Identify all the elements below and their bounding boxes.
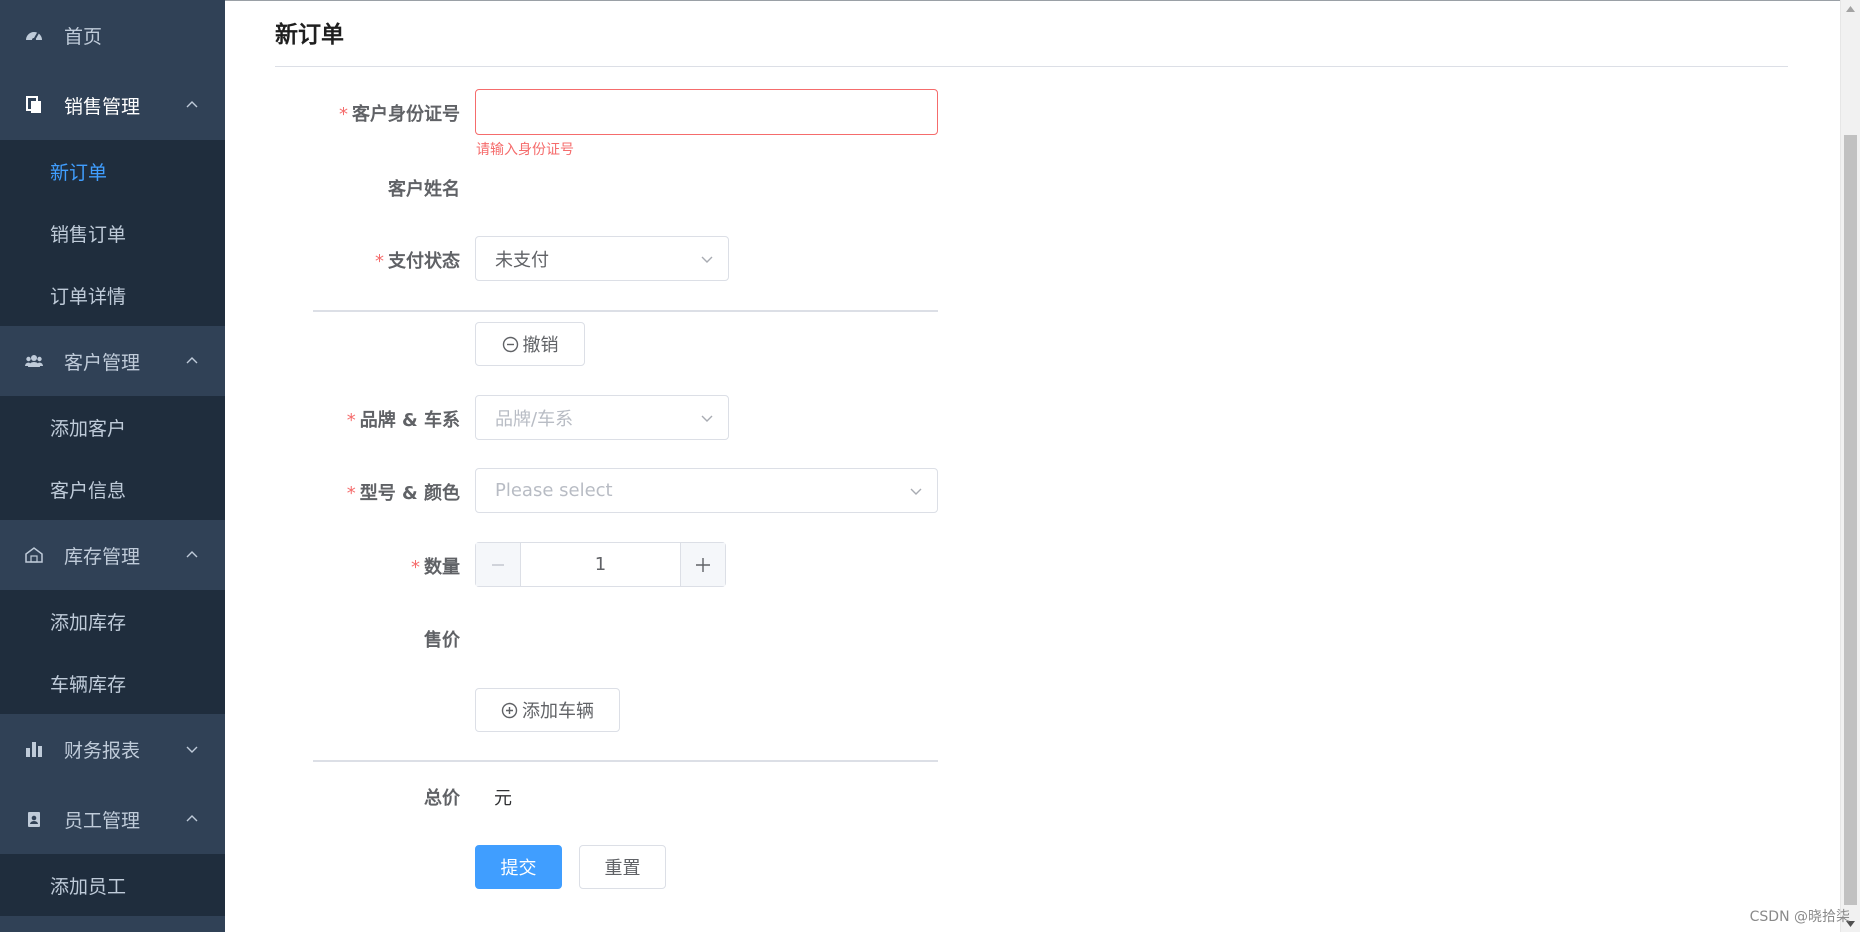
quantity-value[interactable]: 1	[521, 543, 680, 586]
submit-button[interactable]: 提交	[475, 845, 562, 889]
menu-sales[interactable]: 销售管理	[0, 70, 225, 140]
plus-circle-icon	[501, 702, 518, 718]
menu-staff[interactable]: 员工管理	[0, 784, 225, 854]
menu-inventory-label: 库存管理	[64, 545, 141, 568]
scroll-up-arrow[interactable]	[1841, 0, 1860, 17]
id-card-label: * 客户身份证号	[339, 104, 460, 125]
sidebar-item-add-customer[interactable]: 添加客户	[0, 396, 225, 458]
reset-button[interactable]: 重置	[579, 845, 666, 889]
main-content: 新订单 * 客户身份证号 请输入身份证号 客户姓名 * 支付状态 未支付 撤销 * 品…	[225, 0, 1840, 932]
menu-home[interactable]: 首页	[0, 0, 225, 70]
payment-status-select[interactable]: 未支付	[475, 236, 729, 281]
model-color-label: * 型号 & 颜色	[346, 483, 460, 504]
chevron-down-icon	[701, 415, 713, 422]
menu-finance[interactable]: 财务报表	[0, 714, 225, 784]
total-label: 总价	[424, 788, 460, 809]
menu-inventory[interactable]: 库存管理	[0, 520, 225, 590]
customer-name-label: 客户姓名	[388, 179, 460, 200]
required-mark: *	[339, 104, 348, 125]
vertical-scrollbar[interactable]	[1840, 0, 1860, 932]
sidebar-item-new-order[interactable]: 新订单	[0, 140, 225, 202]
documents-icon	[24, 95, 44, 115]
plus-icon	[696, 557, 710, 572]
section-divider	[313, 310, 938, 312]
payment-status-label: * 支付状态	[375, 251, 460, 272]
id-card-input[interactable]	[475, 89, 938, 135]
chevron-down-icon	[910, 488, 922, 495]
scroll-thumb[interactable]	[1844, 135, 1857, 905]
required-mark: *	[411, 557, 420, 578]
submenu-sales: 新订单 销售订单 订单详情	[0, 140, 225, 326]
page-title: 新订单	[275, 22, 344, 48]
minus-circle-icon	[502, 336, 518, 352]
id-card-error: 请输入身份证号	[476, 142, 574, 158]
minus-icon	[492, 563, 504, 566]
sidebar-item-add-staff[interactable]: 添加员工	[0, 854, 225, 916]
required-mark: *	[375, 251, 384, 272]
price-label: 售价	[424, 630, 460, 651]
total-unit: 元	[494, 788, 512, 809]
submenu-staff: 添加员工	[0, 854, 225, 916]
title-divider	[275, 66, 1788, 67]
chevron-down-icon	[186, 746, 198, 753]
sidebar-item-sales-orders[interactable]: 销售订单	[0, 202, 225, 264]
menu-staff-label: 员工管理	[64, 809, 141, 832]
brand-series-select[interactable]: 品牌/车系	[475, 395, 729, 440]
watermark: CSDN @晓拾柒	[1749, 909, 1850, 925]
triangle-up-icon	[1846, 5, 1855, 12]
section-divider	[313, 760, 938, 762]
chevron-down-icon	[701, 256, 713, 263]
revoke-button[interactable]: 撤销	[475, 322, 585, 366]
quantity-increase-button[interactable]	[680, 543, 725, 586]
brand-series-label: * 品牌 & 车系	[346, 410, 460, 431]
chevron-up-icon	[186, 551, 198, 558]
dashboard-icon	[24, 25, 44, 45]
submenu-customers: 添加客户 客户信息	[0, 396, 225, 520]
sidebar-item-vehicle-inventory[interactable]: 车辆库存	[0, 652, 225, 714]
quantity-decrease-button[interactable]	[476, 543, 521, 586]
users-icon	[24, 351, 44, 371]
bar-chart-icon	[24, 739, 44, 759]
submenu-inventory: 添加库存 车辆库存	[0, 590, 225, 714]
id-badge-icon	[24, 809, 44, 829]
required-mark: *	[346, 483, 356, 504]
add-vehicle-button[interactable]: 添加车辆	[475, 688, 620, 732]
chevron-up-icon	[186, 357, 198, 364]
model-color-select[interactable]: Please select	[475, 468, 938, 513]
quantity-stepper[interactable]: 1	[475, 542, 726, 587]
menu-home-label: 首页	[64, 25, 103, 48]
warehouse-icon	[24, 545, 44, 565]
required-mark: *	[346, 410, 356, 431]
sidebar-item-order-details[interactable]: 订单详情	[0, 264, 225, 326]
menu-customers[interactable]: 客户管理	[0, 326, 225, 396]
chevron-up-icon	[186, 101, 198, 108]
menu-finance-label: 财务报表	[64, 739, 141, 762]
quantity-label: * 数量	[411, 557, 460, 578]
chevron-up-icon	[186, 815, 198, 822]
sidebar: 首页 销售管理 新订单 销售订单 订单详情 客户管理 添加客户 客户信息 库存管…	[0, 0, 225, 932]
menu-customers-label: 客户管理	[64, 351, 141, 374]
sidebar-item-customer-info[interactable]: 客户信息	[0, 458, 225, 520]
sidebar-item-add-inventory[interactable]: 添加库存	[0, 590, 225, 652]
menu-sales-label: 销售管理	[64, 95, 141, 118]
